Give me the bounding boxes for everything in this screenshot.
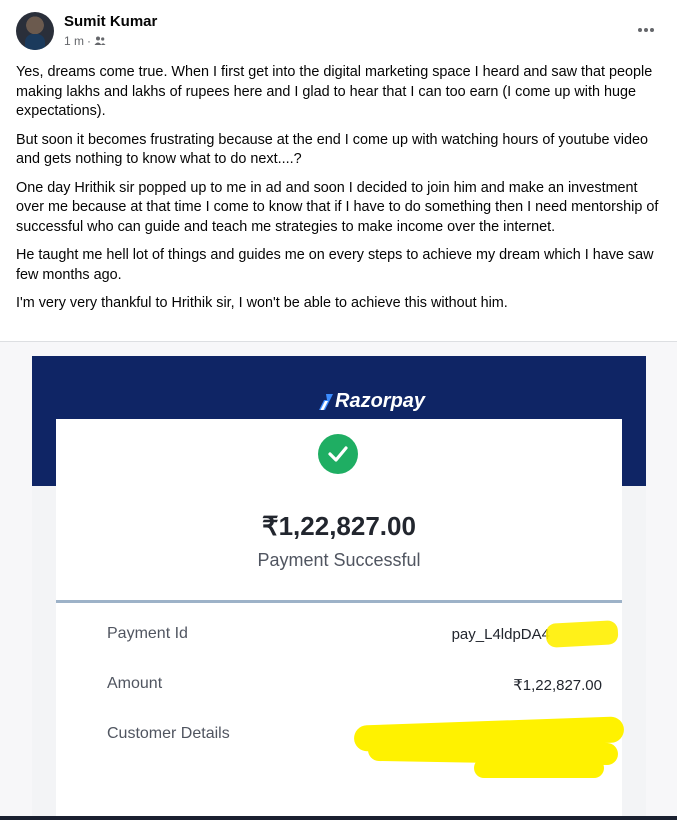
post-header: Sumit Kumar 1 m · (0, 0, 677, 60)
payment-amount: ₹1,22,827.00 (262, 511, 416, 541)
post-paragraph: One day Hrithik sir popped up to me in a… (16, 179, 659, 235)
razorpay-logo: Razorpay (319, 390, 425, 413)
razorpay-brand-text: Razorpay (335, 390, 426, 412)
payment-status: Payment Successful (257, 550, 421, 570)
post-paragraph: He taught me hell lot of things and guid… (16, 247, 654, 283)
redaction-highlight (474, 758, 604, 778)
post-time[interactable]: 1 m (64, 34, 84, 48)
amount-label: Amount (107, 675, 163, 692)
post-paragraph: I'm very very thankful to Hrithik sir, I… (16, 295, 508, 311)
post-body: Yes, dreams come true. When I first get … (16, 63, 661, 323)
author-name[interactable]: Sumit Kumar (64, 13, 157, 30)
payment-id-value: pay_L4ldpDA4 (451, 626, 550, 643)
customer-details-label: Customer Details (107, 725, 230, 742)
check-icon (318, 434, 358, 474)
post-paragraph: Yes, dreams come true. When I first get … (16, 64, 653, 119)
post-paragraph: But soon it becomes frustrating because … (16, 131, 648, 168)
avatar[interactable] (16, 12, 54, 50)
photo-bottom-edge (0, 816, 677, 820)
payment-id-label: Payment Id (107, 625, 188, 642)
receipt-card: ₹1,22,827.00 Payment Successful Payment … (56, 419, 625, 820)
razorpay-logo-icon (319, 393, 333, 410)
redaction-highlight (545, 620, 619, 648)
post-photo[interactable]: Razorpay ₹1,22,827.00 Payment Successful… (0, 342, 677, 820)
post-meta: 1 m · (64, 34, 106, 48)
friends-icon[interactable] (94, 35, 106, 47)
receipt-separator (56, 600, 622, 603)
meta-separator: · (87, 34, 92, 48)
more-dots-icon[interactable] (632, 20, 660, 40)
amount-value: ₹1,22,827.00 (513, 677, 602, 694)
